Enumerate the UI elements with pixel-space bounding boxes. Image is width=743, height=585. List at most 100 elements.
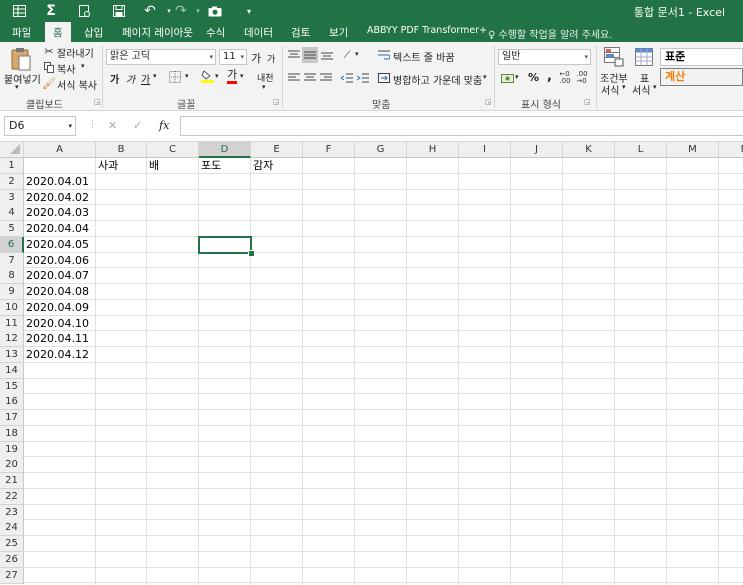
cell-e1[interactable]: 감자	[251, 158, 273, 173]
col-header-d[interactable]: D	[199, 142, 251, 158]
font-name-combo[interactable]: 맑은 고딕 ▾	[106, 49, 216, 65]
row-header-2[interactable]: 2	[0, 173, 24, 190]
align-top-icon[interactable]	[287, 48, 301, 62]
merge-center-button[interactable]: 병합하고 가운데 맞춤	[393, 72, 482, 87]
font-color-button[interactable]: 가	[227, 69, 238, 84]
col-header-k[interactable]: K	[563, 142, 615, 158]
format-table-dropdown-icon[interactable]: ▾	[653, 83, 657, 91]
col-header-a[interactable]: A	[24, 142, 96, 158]
tab-file[interactable]: 파일	[12, 25, 31, 40]
col-header-f[interactable]: F	[303, 142, 355, 158]
tab-formulas[interactable]: 수식	[206, 25, 225, 40]
col-header-c[interactable]: C	[147, 142, 199, 158]
camera-icon[interactable]	[206, 3, 224, 19]
cell-b1[interactable]: 사과	[96, 158, 118, 173]
cell-a2[interactable]: 2020.04.01	[24, 174, 89, 189]
accounting-format-icon[interactable]	[500, 71, 514, 85]
fill-color-dropdown-icon[interactable]: ▾	[215, 72, 219, 80]
accounting-dropdown-icon[interactable]: ▾	[515, 73, 519, 81]
underline-dropdown-icon[interactable]: ▾	[153, 72, 157, 80]
increase-decimal-icon[interactable]: ←0.00	[558, 71, 572, 85]
paste-label[interactable]: 붙여넣기	[4, 71, 41, 86]
cut-button[interactable]: 잘라내기	[57, 45, 94, 60]
col-header-m[interactable]: M	[667, 142, 719, 158]
decrease-decimal-icon[interactable]: .00 →0	[575, 71, 589, 85]
copy-button[interactable]: 복사	[57, 61, 75, 76]
comma-button[interactable]: ,	[547, 69, 552, 84]
tab-home[interactable]: 홈	[45, 22, 71, 42]
cell-a13[interactable]: 2020.04.12	[24, 347, 89, 362]
tab-data[interactable]: 데이터	[244, 25, 273, 40]
row-header-5[interactable]: 5	[0, 221, 24, 237]
worksheet-grid[interactable]: ABCDEFGHIJKLMN 1234567891011121314151617…	[0, 142, 743, 585]
align-middle-icon[interactable]	[302, 47, 318, 63]
row-header-10[interactable]: 10	[0, 299, 24, 316]
col-header-l[interactable]: L	[615, 142, 667, 158]
cell-a8[interactable]: 2020.04.07	[24, 268, 89, 283]
row-header-4[interactable]: 4	[0, 205, 24, 222]
row-header-9[interactable]: 9	[0, 284, 24, 300]
font-color-dropdown-icon[interactable]: ▾	[240, 72, 244, 80]
row-header-14[interactable]: 14	[0, 362, 24, 379]
copy-icon[interactable]	[43, 61, 55, 73]
format-painter-button[interactable]: 서식 복사	[57, 77, 97, 92]
increase-indent-icon[interactable]	[356, 71, 370, 85]
format-as-table-label2[interactable]: 서식	[632, 82, 650, 97]
row-header-3[interactable]: 3	[0, 189, 24, 206]
col-header-j[interactable]: J	[511, 142, 563, 158]
align-left-icon[interactable]	[287, 71, 301, 85]
row-header-26[interactable]: 26	[0, 551, 24, 568]
undo-icon[interactable]: ↶	[141, 3, 159, 19]
conditional-dropdown-icon[interactable]: ▾	[622, 83, 626, 91]
row-header-27[interactable]: 27	[0, 567, 24, 584]
paste-dropdown-icon[interactable]: ▾	[15, 83, 19, 91]
format-as-table-icon[interactable]	[634, 46, 654, 68]
font-launcher-icon[interactable]: ◲	[273, 98, 280, 106]
cell-a9[interactable]: 2020.04.08	[24, 284, 89, 299]
tab-page-layout[interactable]: 페이지 레이아웃	[122, 25, 193, 40]
fill-color-icon[interactable]	[200, 69, 214, 83]
alignment-launcher-icon[interactable]: ◲	[485, 98, 492, 106]
row-header-25[interactable]: 25	[0, 536, 24, 552]
wrap-text-button[interactable]: 텍스트 줄 바꿈	[393, 49, 455, 64]
align-center-icon[interactable]	[303, 71, 317, 85]
orientation-icon[interactable]: ⟋	[340, 48, 354, 62]
row-header-24[interactable]: 24	[0, 520, 24, 537]
col-header-e[interactable]: E	[251, 142, 303, 158]
cut-icon[interactable]: ✂	[43, 45, 55, 58]
tab-review[interactable]: 검토	[291, 25, 310, 40]
col-header-g[interactable]: G	[355, 142, 407, 158]
col-header-h[interactable]: H	[407, 142, 459, 158]
select-all-corner[interactable]	[0, 142, 24, 158]
align-right-icon[interactable]	[319, 71, 333, 85]
number-launcher-icon[interactable]: ◲	[584, 98, 591, 106]
bold-button[interactable]: 가	[110, 71, 119, 86]
row-header-22[interactable]: 22	[0, 488, 24, 505]
tell-me-box[interactable]: ♀ 수행할 작업을 알려 주세요.	[488, 26, 612, 41]
cell-a10[interactable]: 2020.04.09	[24, 300, 89, 315]
cancel-icon[interactable]: ✕	[108, 119, 117, 132]
enter-check-icon[interactable]: ✓	[133, 119, 142, 132]
col-header-i[interactable]: I	[459, 142, 511, 158]
phonetic-dropdown-icon[interactable]: ▾	[262, 83, 266, 91]
row-header-12[interactable]: 12	[0, 331, 24, 348]
autosum-sigma-icon[interactable]: Σ	[42, 3, 60, 19]
wrap-text-icon[interactable]	[378, 49, 390, 61]
tab-abbyy[interactable]: ABBYY PDF Transformer+	[367, 25, 487, 36]
borders-dropdown-icon[interactable]: ▾	[185, 72, 189, 80]
align-bottom-icon[interactable]	[320, 48, 334, 62]
redo-dropdown-icon[interactable]: ▾	[189, 3, 207, 19]
grow-font-button[interactable]: 가	[251, 50, 261, 66]
row-header-11[interactable]: 11	[0, 315, 24, 332]
row-header-17[interactable]: 17	[0, 410, 24, 426]
row-header-7[interactable]: 7	[0, 252, 24, 269]
autosave-table-icon[interactable]	[10, 3, 28, 19]
chevron-down-icon[interactable]: ▾	[68, 117, 72, 135]
cell-a6[interactable]: 2020.04.05	[24, 237, 89, 252]
percent-button[interactable]: %	[528, 71, 539, 84]
cell-d1[interactable]: 포도	[199, 158, 221, 173]
cell-a12[interactable]: 2020.04.11	[24, 331, 89, 346]
cell-a7[interactable]: 2020.04.06	[24, 253, 89, 268]
name-box[interactable]: D6 ▾	[4, 116, 76, 136]
redo-icon[interactable]: ↷	[172, 3, 190, 19]
